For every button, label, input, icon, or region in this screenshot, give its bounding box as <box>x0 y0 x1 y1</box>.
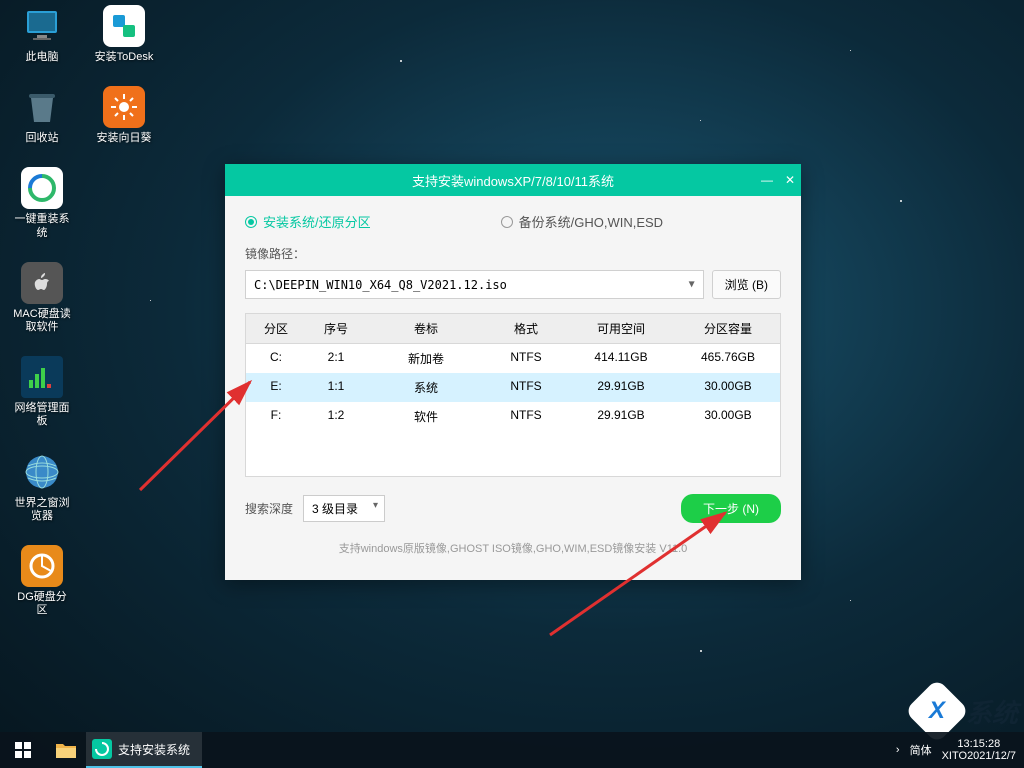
radio-install-restore[interactable]: 安装系统/还原分区 <box>245 212 371 231</box>
watermark: X 系统 <box>914 688 1018 734</box>
app-icon <box>92 739 112 759</box>
todesk-icon <box>103 5 145 47</box>
close-button[interactable]: ✕ <box>785 173 795 187</box>
dg-icon <box>21 545 63 587</box>
tray-date[interactable]: XITO2021/12/7 <box>942 750 1016 762</box>
taskbar: 支持安装系统 › 简体 13:15:28 XITO2021/12/7 <box>0 732 1024 768</box>
minimize-button[interactable]: — <box>761 173 773 187</box>
chevron-down-icon: ▼ <box>689 279 695 290</box>
radio-dot-icon <box>245 216 257 228</box>
desktop-icon-sunflower[interactable]: 安装向日葵 <box>94 86 154 145</box>
reinstall-icon <box>21 167 63 209</box>
taskbar-file-explorer[interactable] <box>46 732 86 768</box>
desktop-icons: 此电脑 回收站 一键重装系统 MAC硬盘读取软件 <box>12 5 154 617</box>
radio-dot-icon <box>501 216 513 228</box>
desktop-icon-mac-disk[interactable]: MAC硬盘读取软件 <box>12 262 72 334</box>
globe-icon <box>21 451 63 493</box>
table-row[interactable]: C:2:1新加卷NTFS414.11GB465.76GB <box>246 344 780 373</box>
desktop-icon-todesk[interactable]: 安装ToDesk <box>94 5 154 64</box>
image-path-dropdown[interactable]: C:\DEEPIN_WIN10_X64_Q8_V2021.12.iso ▼ <box>245 270 704 299</box>
desktop-icon-dg-partition[interactable]: DG硬盘分区 <box>12 545 72 617</box>
tray-ime[interactable]: 简体 <box>910 742 932 758</box>
table-row[interactable]: E:1:1系统NTFS29.91GB30.00GB <box>246 373 780 402</box>
installer-window: 支持安装windowsXP/7/8/10/11系统 — ✕ 安装系统/还原分区 … <box>225 164 801 580</box>
image-path-label: 镜像路径： <box>245 245 781 262</box>
window-title: 支持安装windowsXP/7/8/10/11系统 <box>412 171 614 190</box>
desktop-icon-reinstall[interactable]: 一键重装系统 <box>12 167 72 239</box>
tray-time[interactable]: 13:15:28 <box>942 738 1016 750</box>
start-button[interactable] <box>0 732 46 768</box>
table-header: 分区 序号 卷标 格式 可用空间 分区容量 <box>246 314 780 344</box>
desktop-icon-browser[interactable]: 世界之窗浏览器 <box>12 451 72 523</box>
search-depth-label: 搜索深度 <box>245 500 293 517</box>
trash-icon <box>21 86 63 128</box>
mac-icon <box>21 262 63 304</box>
pc-icon <box>21 5 63 47</box>
desktop-icon-recycle-bin[interactable]: 回收站 <box>12 86 72 145</box>
netpanel-icon <box>21 356 63 398</box>
window-title-bar[interactable]: 支持安装windowsXP/7/8/10/11系统 — ✕ <box>225 164 801 196</box>
radio-backup[interactable]: 备份系统/GHO,WIN,ESD <box>501 212 663 231</box>
table-row[interactable]: F:1:2软件NTFS29.91GB30.00GB <box>246 402 780 431</box>
next-button[interactable]: 下一步 (N) <box>681 494 781 523</box>
partition-table: 分区 序号 卷标 格式 可用空间 分区容量 C:2:1新加卷NTFS414.11… <box>245 313 781 477</box>
search-depth-select[interactable]: 3 级目录 <box>303 495 385 522</box>
tray-chevron-icon[interactable]: › <box>896 744 900 756</box>
taskbar-active-app[interactable]: 支持安装系统 <box>86 732 202 768</box>
footer-note: 支持windows原版镜像,GHOST ISO镜像,GHO,WIM,ESD镜像安… <box>245 540 781 556</box>
sunflower-icon <box>103 86 145 128</box>
desktop-icon-net-panel[interactable]: 网络管理面板 <box>12 356 72 428</box>
desktop-icon-this-pc[interactable]: 此电脑 <box>12 5 72 64</box>
browse-button[interactable]: 浏览 (B) <box>712 270 781 299</box>
